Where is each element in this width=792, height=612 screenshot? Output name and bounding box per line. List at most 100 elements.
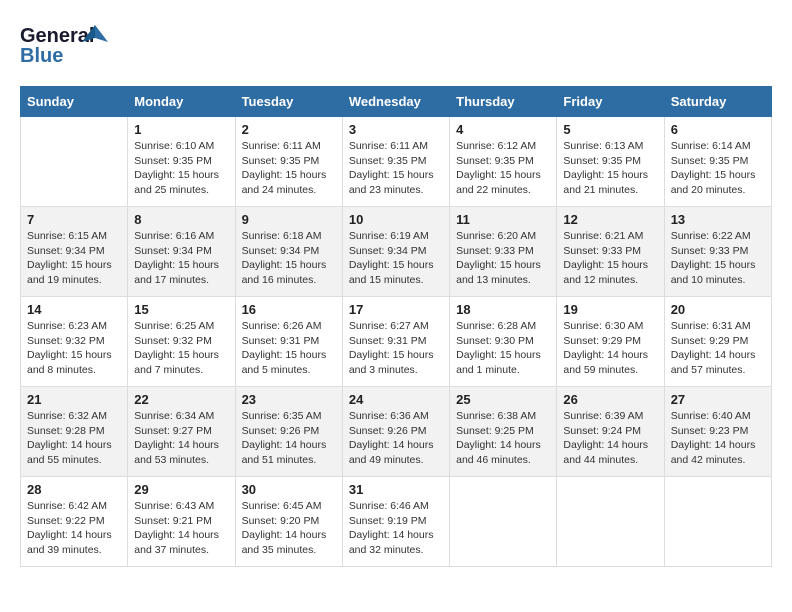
day-info: Sunrise: 6:13 AMSunset: 9:35 PMDaylight:… xyxy=(563,139,657,198)
calendar-day-cell: 13 Sunrise: 6:22 AMSunset: 9:33 PMDayligh… xyxy=(664,207,771,297)
calendar-day-cell: 11Sunrise: 6:20 AMSunset: 9:33 PMDayligh… xyxy=(450,207,557,297)
day-info: Sunrise: 6:28 AMSunset: 9:30 PMDaylight:… xyxy=(456,319,550,378)
calendar-day-cell: 14 Sunrise: 6:23 AMSunset: 9:32 PMDayligh… xyxy=(21,297,128,387)
day-info: Sunrise: 6:35 AMSunset: 9:26 PMDaylight:… xyxy=(242,409,336,468)
day-number: 6 xyxy=(671,122,765,137)
calendar-week-row: 21 Sunrise: 6:32 AMSunset: 9:28 PMDayligh… xyxy=(21,387,772,477)
day-info: Sunrise: 6:19 AMSunset: 9:34 PMDaylight:… xyxy=(349,229,443,288)
calendar-day-cell: 17 Sunrise: 6:27 AMSunset: 9:31 PMDayligh… xyxy=(342,297,449,387)
calendar-week-row: 7Sunrise: 6:15 AMSunset: 9:34 PMDaylight… xyxy=(21,207,772,297)
calendar-day-cell: 8 Sunrise: 6:16 AMSunset: 9:34 PMDaylight… xyxy=(128,207,235,297)
day-number: 26 xyxy=(563,392,657,407)
calendar-table: SundayMondayTuesdayWednesdayThursdayFrid… xyxy=(20,86,772,567)
day-info: Sunrise: 6:38 AMSunset: 9:25 PMDaylight:… xyxy=(456,409,550,468)
day-info: Sunrise: 6:46 AMSunset: 9:19 PMDaylight:… xyxy=(349,499,443,558)
calendar-day-cell: 12Sunrise: 6:21 AMSunset: 9:33 PMDayligh… xyxy=(557,207,664,297)
logo: GeneralBlue xyxy=(20,20,110,70)
day-number: 21 xyxy=(27,392,121,407)
calendar-day-cell: 22Sunrise: 6:34 AMSunset: 9:27 PMDayligh… xyxy=(128,387,235,477)
calendar-day-cell: 3Sunrise: 6:11 AMSunset: 9:35 PMDaylight… xyxy=(342,117,449,207)
calendar-day-cell: 31 Sunrise: 6:46 AMSunset: 9:19 PMDayligh… xyxy=(342,477,449,567)
day-info: Sunrise: 6:32 AMSunset: 9:28 PMDaylight:… xyxy=(27,409,121,468)
calendar-day-cell: 19 Sunrise: 6:30 AMSunset: 9:29 PMDayligh… xyxy=(557,297,664,387)
svg-text:Blue: Blue xyxy=(20,45,63,67)
day-number: 27 xyxy=(671,392,765,407)
day-info: Sunrise: 6:43 AMSunset: 9:21 PMDaylight:… xyxy=(134,499,228,558)
day-number: 18 xyxy=(456,302,550,317)
day-info: Sunrise: 6:27 AMSunset: 9:31 PMDaylight:… xyxy=(349,319,443,378)
day-number: 16 xyxy=(242,302,336,317)
day-of-week-header: Sunday xyxy=(21,87,128,117)
calendar-day-cell: 1Sunrise: 6:10 AMSunset: 9:35 PMDaylight… xyxy=(128,117,235,207)
day-number: 28 xyxy=(27,482,121,497)
calendar-day-cell: 25 Sunrise: 6:38 AMSunset: 9:25 PMDayligh… xyxy=(450,387,557,477)
day-number: 25 xyxy=(456,392,550,407)
day-info: Sunrise: 6:10 AMSunset: 9:35 PMDaylight:… xyxy=(134,139,228,198)
calendar-day-cell xyxy=(450,477,557,567)
day-info: Sunrise: 6:39 AMSunset: 9:24 PMDaylight:… xyxy=(563,409,657,468)
calendar-week-row: 28 Sunrise: 6:42 AMSunset: 9:22 PMDayligh… xyxy=(21,477,772,567)
day-info: Sunrise: 6:15 AMSunset: 9:34 PMDaylight:… xyxy=(27,229,121,288)
calendar-week-row: 1Sunrise: 6:10 AMSunset: 9:35 PMDaylight… xyxy=(21,117,772,207)
calendar-day-cell: 7Sunrise: 6:15 AMSunset: 9:34 PMDaylight… xyxy=(21,207,128,297)
logo-svg: GeneralBlue xyxy=(20,20,110,70)
day-info: Sunrise: 6:23 AMSunset: 9:32 PMDaylight:… xyxy=(27,319,121,378)
calendar-day-cell: 21 Sunrise: 6:32 AMSunset: 9:28 PMDayligh… xyxy=(21,387,128,477)
day-info: Sunrise: 6:20 AMSunset: 9:33 PMDaylight:… xyxy=(456,229,550,288)
day-number: 15 xyxy=(134,302,228,317)
calendar-day-cell: 9 Sunrise: 6:18 AMSunset: 9:34 PMDaylight… xyxy=(235,207,342,297)
day-number: 20 xyxy=(671,302,765,317)
calendar-day-cell: 5 Sunrise: 6:13 AMSunset: 9:35 PMDaylight… xyxy=(557,117,664,207)
calendar-header-row: SundayMondayTuesdayWednesdayThursdayFrid… xyxy=(21,87,772,117)
calendar-day-cell: 26 Sunrise: 6:39 AMSunset: 9:24 PMDayligh… xyxy=(557,387,664,477)
day-number: 30 xyxy=(242,482,336,497)
calendar-day-cell: 24Sunrise: 6:36 AMSunset: 9:26 PMDayligh… xyxy=(342,387,449,477)
day-number: 19 xyxy=(563,302,657,317)
day-info: Sunrise: 6:11 AMSunset: 9:35 PMDaylight:… xyxy=(242,139,336,198)
calendar-day-cell: 23Sunrise: 6:35 AMSunset: 9:26 PMDayligh… xyxy=(235,387,342,477)
calendar-day-cell xyxy=(664,477,771,567)
day-number: 3 xyxy=(349,122,443,137)
day-number: 8 xyxy=(134,212,228,227)
calendar-day-cell: 2Sunrise: 6:11 AMSunset: 9:35 PMDaylight… xyxy=(235,117,342,207)
calendar-day-cell: 18 Sunrise: 6:28 AMSunset: 9:30 PMDayligh… xyxy=(450,297,557,387)
day-info: Sunrise: 6:26 AMSunset: 9:31 PMDaylight:… xyxy=(242,319,336,378)
calendar-day-cell: 10Sunrise: 6:19 AMSunset: 9:34 PMDayligh… xyxy=(342,207,449,297)
day-info: Sunrise: 6:40 AMSunset: 9:23 PMDaylight:… xyxy=(671,409,765,468)
day-info: Sunrise: 6:25 AMSunset: 9:32 PMDaylight:… xyxy=(134,319,228,378)
day-number: 17 xyxy=(349,302,443,317)
day-of-week-header: Monday xyxy=(128,87,235,117)
svg-text:General: General xyxy=(20,25,94,47)
day-number: 22 xyxy=(134,392,228,407)
calendar-day-cell: 16 Sunrise: 6:26 AMSunset: 9:31 PMDayligh… xyxy=(235,297,342,387)
calendar-day-cell: 15 Sunrise: 6:25 AMSunset: 9:32 PMDayligh… xyxy=(128,297,235,387)
day-number: 31 xyxy=(349,482,443,497)
day-of-week-header: Saturday xyxy=(664,87,771,117)
calendar-day-cell: 28 Sunrise: 6:42 AMSunset: 9:22 PMDayligh… xyxy=(21,477,128,567)
day-number: 9 xyxy=(242,212,336,227)
day-number: 13 xyxy=(671,212,765,227)
day-number: 29 xyxy=(134,482,228,497)
calendar-week-row: 14 Sunrise: 6:23 AMSunset: 9:32 PMDayligh… xyxy=(21,297,772,387)
day-of-week-header: Wednesday xyxy=(342,87,449,117)
day-number: 5 xyxy=(563,122,657,137)
day-number: 4 xyxy=(456,122,550,137)
page-header: GeneralBlue xyxy=(20,20,772,70)
calendar-day-cell: 29 Sunrise: 6:43 AMSunset: 9:21 PMDayligh… xyxy=(128,477,235,567)
day-info: Sunrise: 6:30 AMSunset: 9:29 PMDaylight:… xyxy=(563,319,657,378)
calendar-day-cell: 30Sunrise: 6:45 AMSunset: 9:20 PMDayligh… xyxy=(235,477,342,567)
day-info: Sunrise: 6:42 AMSunset: 9:22 PMDaylight:… xyxy=(27,499,121,558)
day-of-week-header: Thursday xyxy=(450,87,557,117)
calendar-day-cell xyxy=(21,117,128,207)
day-info: Sunrise: 6:21 AMSunset: 9:33 PMDaylight:… xyxy=(563,229,657,288)
day-info: Sunrise: 6:18 AMSunset: 9:34 PMDaylight:… xyxy=(242,229,336,288)
day-of-week-header: Friday xyxy=(557,87,664,117)
day-number: 14 xyxy=(27,302,121,317)
calendar-day-cell: 6Sunrise: 6:14 AMSunset: 9:35 PMDaylight… xyxy=(664,117,771,207)
calendar-day-cell xyxy=(557,477,664,567)
calendar-day-cell: 4Sunrise: 6:12 AMSunset: 9:35 PMDaylight… xyxy=(450,117,557,207)
day-info: Sunrise: 6:31 AMSunset: 9:29 PMDaylight:… xyxy=(671,319,765,378)
calendar-day-cell: 20 Sunrise: 6:31 AMSunset: 9:29 PMDayligh… xyxy=(664,297,771,387)
day-info: Sunrise: 6:16 AMSunset: 9:34 PMDaylight:… xyxy=(134,229,228,288)
day-info: Sunrise: 6:22 AMSunset: 9:33 PMDaylight:… xyxy=(671,229,765,288)
